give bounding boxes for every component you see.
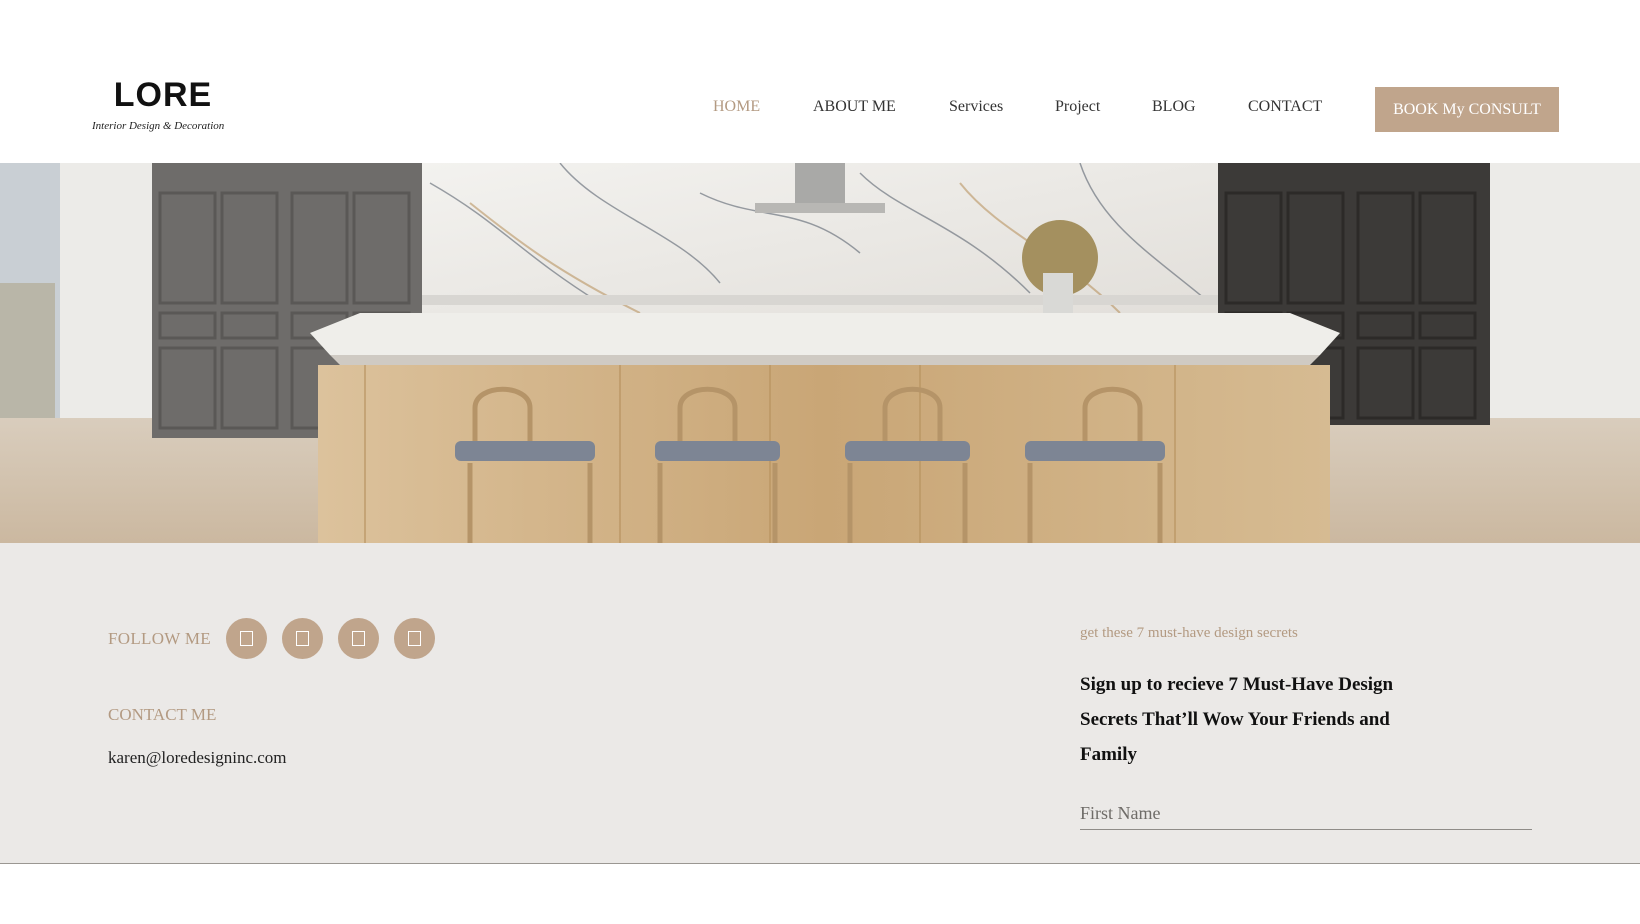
promo-title: Sign up to recieve 7 Must-Have Design Se… bbox=[1080, 674, 1394, 765]
social-glyph-icon bbox=[240, 631, 253, 646]
nav-contact-link[interactable]: CONTACT bbox=[1248, 98, 1322, 116]
promo-kicker: get these 7 must-have design secrets bbox=[1080, 625, 1298, 641]
social-icon-4[interactable] bbox=[394, 618, 435, 659]
contact-me-label: CONTACT ME bbox=[108, 705, 217, 724]
nav-services-link[interactable]: Services bbox=[949, 98, 1003, 116]
social-icon-2[interactable] bbox=[282, 618, 323, 659]
follow-me-label: FOLLOW ME bbox=[108, 629, 211, 648]
social-glyph-icon bbox=[296, 631, 309, 646]
nav-blog-link[interactable]: BLOG bbox=[1152, 98, 1196, 116]
hero-image bbox=[0, 163, 1640, 543]
nav-project-link[interactable]: Project bbox=[1055, 98, 1100, 116]
social-glyph-icon bbox=[352, 631, 365, 646]
nav-about-link[interactable]: ABOUT ME bbox=[813, 98, 896, 116]
social-icon-1[interactable] bbox=[226, 618, 267, 659]
social-icon-3[interactable] bbox=[338, 618, 379, 659]
site-header: LORE Interior Design & Decoration HOME A… bbox=[0, 0, 1640, 163]
book-consult-button[interactable]: BOOK My CONSULT bbox=[1375, 87, 1559, 132]
kitchen-illustration bbox=[0, 163, 1640, 543]
first-name-input[interactable] bbox=[1080, 797, 1532, 830]
nav-home-link[interactable]: HOME bbox=[713, 98, 760, 116]
footer-section: FOLLOW ME CONTACT ME karen@loredesigninc… bbox=[0, 543, 1640, 864]
contact-email-link[interactable]: karen@loredesigninc.com bbox=[108, 748, 287, 768]
main-nav: HOME ABOUT ME Services Project BLOG CONT… bbox=[0, 86, 1640, 132]
social-glyph-icon bbox=[408, 631, 421, 646]
